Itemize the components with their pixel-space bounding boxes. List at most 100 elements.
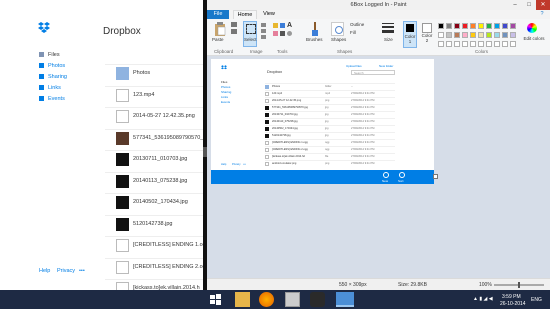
size-button[interactable]: Size [384,37,393,42]
file-list-item[interactable]: [CREDITLESS] ENDING 2.ogg [105,257,203,277]
color2-swatch [422,23,432,33]
file-name: 20140113_075238.jpg [133,177,188,184]
app-icon[interactable] [285,292,300,307]
tab-home[interactable]: Home [233,10,257,19]
brushes-button[interactable]: Brushes [306,37,323,42]
zoom-slider[interactable] [494,282,544,288]
paint-taskbar-icon[interactable] [336,292,354,307]
canvas-image[interactable]: Dropbox Upload files New folder Search N… [211,59,434,184]
sidebar-item-photos[interactable]: Photos [39,63,65,70]
palette-swatch[interactable] [502,23,508,29]
edit-colors-button[interactable]: Edit colors [523,36,545,41]
custom-color-slot[interactable] [502,41,508,47]
minimize-button[interactable]: – [508,0,522,10]
custom-color-slot[interactable] [494,41,500,47]
custom-color-slot[interactable] [438,41,444,47]
fill-icon[interactable] [280,23,285,28]
sidebar-item-links[interactable]: Links [39,85,61,92]
custom-color-slot[interactable] [454,41,460,47]
file-list-item[interactable]: 20140502_170434.jpg [105,193,203,212]
palette-swatch[interactable] [470,32,476,38]
crop-icon[interactable] [261,23,266,27]
file-list-item[interactable]: [CREDITLESS] ENDING 1.ogg [105,236,203,255]
custom-color-slot[interactable] [462,41,468,47]
palette-swatch[interactable] [494,23,500,29]
file-list-item[interactable]: 20140113_075238.jpg [105,171,203,191]
more-link[interactable]: ••• [79,268,85,274]
palette-swatch[interactable] [446,23,452,29]
keyboard-language[interactable]: ENG [531,297,542,303]
custom-color-slot[interactable] [446,41,452,47]
color-picker-icon[interactable] [280,31,285,36]
mini-file-kind: jpg [325,134,329,137]
tab-view[interactable]: View [259,10,279,19]
resize-icon[interactable] [261,29,266,33]
palette-swatch[interactable] [446,32,452,38]
rotate-icon[interactable] [261,35,266,39]
palette-swatch[interactable] [510,32,516,38]
resize-handle[interactable] [433,174,438,179]
fill-button[interactable]: Fill [350,30,356,35]
palette-swatch[interactable] [478,23,484,29]
palette-swatch[interactable] [454,23,460,29]
palette-swatch[interactable] [486,23,492,29]
custom-color-slot[interactable] [510,41,516,47]
file-list-item[interactable]: 577341_536195089790570_ [105,128,203,148]
cut-icon[interactable] [231,22,237,27]
palette-swatch[interactable] [470,23,476,29]
sidebar-item-events[interactable]: Events [39,96,65,103]
close-button[interactable]: ✕ [536,0,550,10]
palette-swatch[interactable] [454,32,460,38]
app2-icon[interactable] [310,292,325,307]
palette-swatch[interactable] [478,32,484,38]
file-list-item[interactable]: 123.mp4 [105,85,203,105]
tab-file[interactable]: File [207,10,229,19]
color1-button[interactable]: Color 1 [403,21,417,48]
palette-swatch[interactable] [510,23,516,29]
file-list-item[interactable]: 5120142738.jpg [105,214,203,234]
color2-button[interactable]: Color 2 [420,21,434,48]
palette-swatch[interactable] [438,32,444,38]
magnifier-icon[interactable] [287,31,292,36]
group-image: Image [250,49,263,54]
sidebar-item-label: Events [48,96,65,102]
file-explorer-icon[interactable] [235,292,250,307]
title-bar: 6Box Logged In - Paint – □ ✕ [207,0,550,15]
mini-nav-item: Photos [221,85,231,89]
photos-icon [39,63,44,68]
palette-swatch[interactable] [438,23,444,29]
palette-swatch[interactable] [494,32,500,38]
canvas-area: Dropbox Upload files New folder Search N… [207,56,550,278]
file-list-item[interactable]: 20130711_010703.jpg [105,150,203,169]
file-list-item[interactable]: Photos [105,64,203,83]
privacy-link[interactable]: Privacy [57,268,75,274]
tray-icons[interactable]: ▲ ▮ ◢ ◀ [473,296,493,302]
palette-swatch[interactable] [502,32,508,38]
select-button-frame[interactable]: Select [243,21,257,47]
sidebar-item-files[interactable]: Files [39,52,60,59]
pencil-icon[interactable] [273,23,278,28]
file-list-item[interactable]: 2014-05-27 12.42.35.png [105,107,203,126]
custom-color-slot[interactable] [478,41,484,47]
zoom-thumb[interactable] [518,282,520,288]
firefox-icon[interactable] [259,292,274,307]
palette-swatch[interactable] [486,32,492,38]
image-thumbnail [116,217,129,231]
eraser-icon[interactable] [273,31,278,36]
help-icon[interactable]: ? [537,10,547,19]
custom-color-slot[interactable] [486,41,492,47]
text-tool-icon[interactable]: A [287,22,292,29]
start-button[interactable] [208,292,223,307]
maximize-button[interactable]: □ [522,0,536,10]
shapes-button[interactable]: Shapes [331,37,346,42]
palette-swatch[interactable] [462,32,468,38]
custom-color-slot[interactable] [470,41,476,47]
palette-swatch[interactable] [462,23,468,29]
copy-icon[interactable] [231,29,237,34]
outline-button[interactable]: Outline [350,22,364,27]
color1-label: Color 1 [404,34,416,44]
help-link[interactable]: Help [39,268,50,274]
group-clipboard: Clipboard [214,49,234,54]
paste-button[interactable]: Paste [212,37,224,42]
sidebar-item-sharing[interactable]: Sharing [39,74,67,81]
